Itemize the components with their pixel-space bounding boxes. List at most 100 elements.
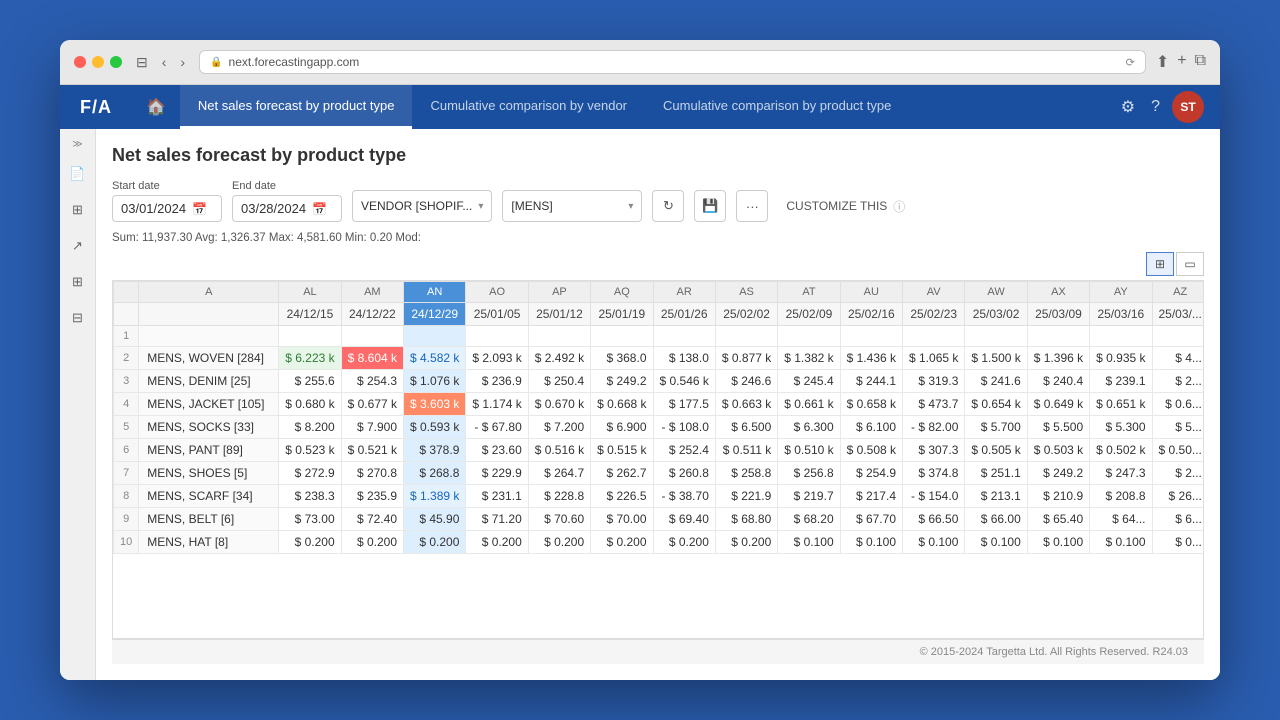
date-header-7[interactable]: 25/01/26 [653, 303, 715, 326]
col-header-AL[interactable]: AL [279, 282, 341, 303]
date-header-5[interactable]: 25/01/12 [528, 303, 590, 326]
col-header-AS[interactable]: AS [715, 282, 777, 303]
row-1-v1 [279, 326, 341, 347]
col-header-AY[interactable]: AY [1090, 282, 1152, 303]
close-button[interactable] [74, 56, 86, 68]
home-nav-button[interactable]: 🏠 [132, 97, 180, 117]
table-row: 9 MENS, BELT [6] $ 73.00 $ 72.40 $ 45.90… [114, 508, 1205, 531]
row-2-v9: $ 1.382 k [778, 347, 840, 370]
row-6-v9: $ 0.510 k [778, 439, 840, 462]
end-date-input[interactable]: 03/28/2024 📅 [232, 195, 342, 222]
sidebar-icon-table[interactable]: ⊞ [64, 196, 92, 224]
new-tab-icon[interactable]: + [1177, 52, 1186, 72]
col-header-AT[interactable]: AT [778, 282, 840, 303]
col-header-AN[interactable]: AN [404, 282, 466, 303]
user-avatar[interactable]: ST [1172, 91, 1204, 123]
address-bar[interactable]: 🔒 next.forecastingapp.com ⟳ [199, 50, 1146, 74]
row-9-num: 9 [114, 508, 139, 531]
row-3-num: 3 [114, 370, 139, 393]
sidebar-icon-image[interactable]: 📄 [64, 160, 92, 188]
row-5-v14: $ 5.300 [1090, 416, 1152, 439]
date-header-1[interactable]: 24/12/15 [279, 303, 341, 326]
sidebar-toggle-button[interactable]: ⊟ [132, 52, 152, 73]
left-sidebar: ≫ 📄 ⊞ ↗ ⊞ ⊟ [60, 129, 96, 680]
row-10-v13: $ 0.100 [1027, 531, 1089, 554]
row-10-v15: $ 0... [1152, 531, 1204, 554]
date-header-4[interactable]: 25/01/05 [466, 303, 528, 326]
row-2-v12: $ 1.500 k [965, 347, 1027, 370]
tab-cumulative-vendor[interactable]: Cumulative comparison by vendor [412, 85, 645, 129]
start-date-input[interactable]: 03/01/2024 📅 [112, 195, 222, 222]
col-header-AQ[interactable]: AQ [591, 282, 653, 303]
row-10-v5: $ 0.200 [528, 531, 590, 554]
row-8-v11: - $ 154.0 [903, 485, 965, 508]
date-header-13[interactable]: 25/03/09 [1027, 303, 1089, 326]
customize-button[interactable]: CUSTOMIZE THIS ⓘ [778, 190, 913, 222]
col-header-AU[interactable]: AU [840, 282, 902, 303]
row-2-v2: $ 8.604 k [341, 347, 403, 370]
row-1-v12 [965, 326, 1027, 347]
row-2-v13: $ 1.396 k [1027, 347, 1089, 370]
row-1-num: 1 [114, 326, 139, 347]
minimize-button[interactable] [92, 56, 104, 68]
row-1-product [139, 326, 279, 347]
row-8-v8: $ 221.9 [715, 485, 777, 508]
date-header-2[interactable]: 24/12/22 [341, 303, 403, 326]
date-header-9[interactable]: 25/02/09 [778, 303, 840, 326]
row-8-v7: - $ 38.70 [653, 485, 715, 508]
row-4-v9: $ 0.661 k [778, 393, 840, 416]
tab-net-sales[interactable]: Net sales forecast by product type [180, 85, 413, 129]
col-header-AR[interactable]: AR [653, 282, 715, 303]
settings-icon[interactable]: ⚙ [1117, 93, 1139, 121]
date-header-rownum [114, 303, 139, 326]
date-header-10[interactable]: 25/02/16 [840, 303, 902, 326]
sidebar-icon-copy[interactable]: ⊟ [64, 304, 92, 332]
forward-button[interactable]: › [176, 52, 189, 72]
share-icon[interactable]: ⬆ [1156, 52, 1169, 72]
category-filter-dropdown[interactable]: [MENS] ▾ [502, 190, 642, 222]
refresh-icon[interactable]: ⟳ [1126, 56, 1135, 69]
col-header-AV[interactable]: AV [903, 282, 965, 303]
tab-cumulative-product[interactable]: Cumulative comparison by product type [645, 85, 909, 129]
col-header-AX[interactable]: AX [1027, 282, 1089, 303]
vendor-filter-dropdown[interactable]: VENDOR [SHOPIF... ▾ [352, 190, 492, 222]
grid-view-button[interactable]: ⊞ [1146, 252, 1174, 276]
col-header-AZ[interactable]: AZ [1152, 282, 1204, 303]
row-5-v10: $ 6.100 [840, 416, 902, 439]
maximize-button[interactable] [110, 56, 122, 68]
copyright-text: © 2015-2024 Targetta Ltd. All Rights Res… [920, 646, 1188, 658]
row-5-v7: - $ 108.0 [653, 416, 715, 439]
date-header-14[interactable]: 25/03/16 [1090, 303, 1152, 326]
tabs-icon[interactable]: ⧉ [1195, 52, 1206, 72]
col-header-AM[interactable]: AM [341, 282, 403, 303]
row-9-v4: $ 71.20 [466, 508, 528, 531]
sidebar-expand-button[interactable]: ≫ [70, 137, 84, 152]
row-10-v7: $ 0.200 [653, 531, 715, 554]
help-icon[interactable]: ? [1147, 94, 1164, 120]
date-header-8[interactable]: 25/02/02 [715, 303, 777, 326]
date-header-row: 24/12/15 24/12/22 24/12/29 25/01/05 25/0… [114, 303, 1205, 326]
sidebar-icon-grid[interactable]: ⊞ [64, 268, 92, 296]
row-9-v7: $ 69.40 [653, 508, 715, 531]
list-view-button[interactable]: ▭ [1176, 252, 1204, 276]
more-options-button[interactable]: ··· [736, 190, 768, 222]
row-3-v7: $ 0.546 k [653, 370, 715, 393]
date-header-15[interactable]: 25/03/... [1152, 303, 1204, 326]
col-header-AW[interactable]: AW [965, 282, 1027, 303]
row-4-v1: $ 0.680 k [279, 393, 341, 416]
date-header-11[interactable]: 25/02/23 [903, 303, 965, 326]
date-header-12[interactable]: 25/03/02 [965, 303, 1027, 326]
row-5-v13: $ 5.500 [1027, 416, 1089, 439]
content-area: Net sales forecast by product type Start… [96, 129, 1220, 680]
back-button[interactable]: ‹ [158, 52, 171, 72]
col-header-A[interactable]: A [139, 282, 279, 303]
data-table-container[interactable]: A AL AM AN AO AP AQ AR AS AT AU [112, 280, 1204, 639]
browser-toolbar: ⊟ ‹ › 🔒 next.forecastingapp.com ⟳ ⬆ + ⧉ [60, 40, 1220, 85]
col-header-AO[interactable]: AO [466, 282, 528, 303]
save-button[interactable]: 💾 [694, 190, 726, 222]
date-header-6[interactable]: 25/01/19 [591, 303, 653, 326]
refresh-data-button[interactable]: ↻ [652, 190, 684, 222]
sidebar-icon-share[interactable]: ↗ [64, 232, 92, 260]
date-header-3[interactable]: 24/12/29 [404, 303, 466, 326]
col-header-AP[interactable]: AP [528, 282, 590, 303]
